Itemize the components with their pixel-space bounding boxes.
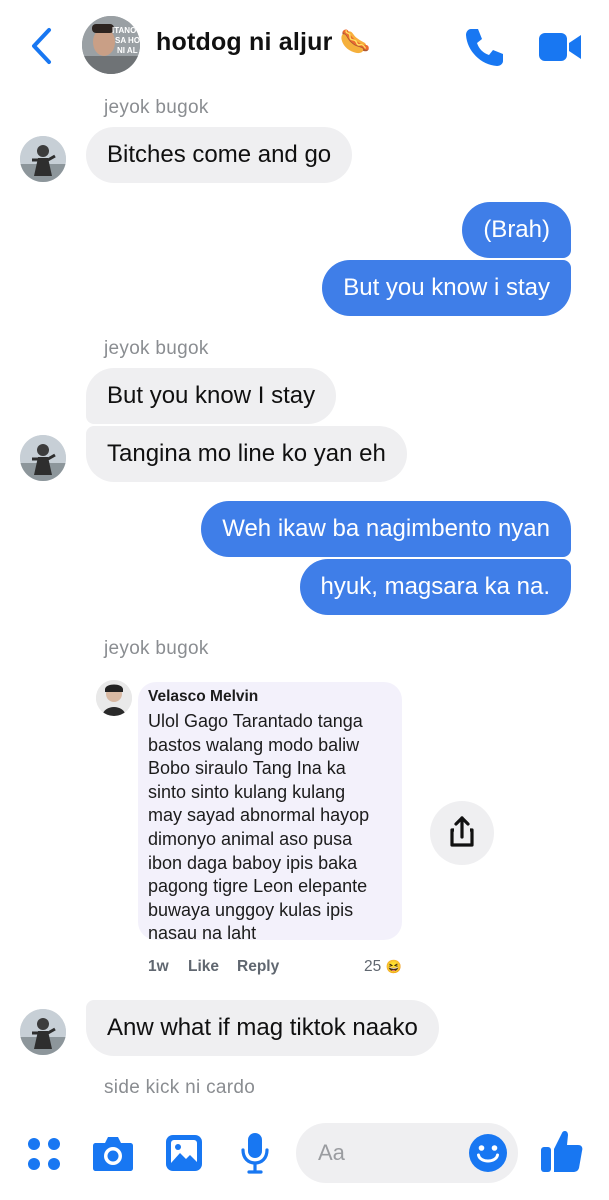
comment-time: 1w: [148, 958, 169, 975]
sender-name: jeyok bugok: [104, 338, 209, 359]
outgoing-message[interactable]: hyuk, magsara ka na.: [299, 559, 571, 615]
share-icon: [450, 816, 474, 847]
camera-icon[interactable]: [92, 1134, 134, 1172]
laugh-emoji-icon: 😆: [385, 959, 402, 974]
thumbs-up-icon[interactable]: [540, 1128, 584, 1174]
outgoing-message[interactable]: (Brah): [462, 202, 571, 258]
avatar-caption: SA HO: [115, 36, 140, 45]
share-button[interactable]: [430, 801, 494, 865]
incoming-message[interactable]: Anw what if mag tiktok naako: [86, 1000, 439, 1056]
avatar-caption: NI AL: [117, 46, 138, 55]
outgoing-message[interactable]: Weh ikaw ba nagimbento nyan: [201, 501, 571, 557]
comment-reply-label: Reply: [237, 958, 280, 975]
gallery-icon[interactable]: [165, 1134, 203, 1172]
apps-icon[interactable]: [26, 1136, 62, 1172]
emoji-icon[interactable]: [468, 1133, 508, 1173]
contact-avatar[interactable]: [20, 1009, 66, 1055]
comment-like-label: Like: [188, 958, 220, 975]
microphone-icon[interactable]: [240, 1132, 270, 1174]
message-input-placeholder: Aa: [318, 1140, 345, 1165]
outgoing-message[interactable]: But you know i stay: [322, 260, 571, 316]
sender-name: jeyok bugok: [104, 638, 209, 659]
comment-author: Velasco Melvin: [148, 688, 259, 705]
shared-image[interactable]: Velasco Melvin Ulol Gago Tarantado tanga…: [88, 670, 410, 988]
conversation-avatar[interactable]: ITANO SA HO NI AL: [82, 16, 140, 74]
comment-author-avatar: [96, 680, 132, 716]
incoming-message[interactable]: Tangina mo line ko yan eh: [86, 426, 407, 482]
video-camera-icon[interactable]: [537, 24, 583, 70]
conversation-title[interactable]: hotdog ni aljur 🌭: [156, 28, 371, 57]
incoming-message[interactable]: Bitches come and go: [86, 127, 353, 183]
reaction-count: 25 😆: [364, 958, 402, 975]
avatar-caption: ITANO: [112, 26, 136, 35]
contact-avatar[interactable]: [20, 136, 66, 182]
sender-name: jeyok bugok: [104, 97, 209, 118]
sender-name: side kick ni cardo: [104, 1077, 256, 1098]
comment-text: Ulol Gago Tarantado tanga bastos walang …: [148, 711, 370, 944]
conversation-header: ITANO SA HO NI AL hotdog ni aljur 🌭: [0, 0, 609, 92]
contact-avatar[interactable]: [20, 435, 66, 481]
back-chevron-icon[interactable]: [24, 24, 60, 68]
phone-icon[interactable]: [461, 24, 507, 70]
incoming-message[interactable]: But you know I stay: [86, 368, 337, 424]
